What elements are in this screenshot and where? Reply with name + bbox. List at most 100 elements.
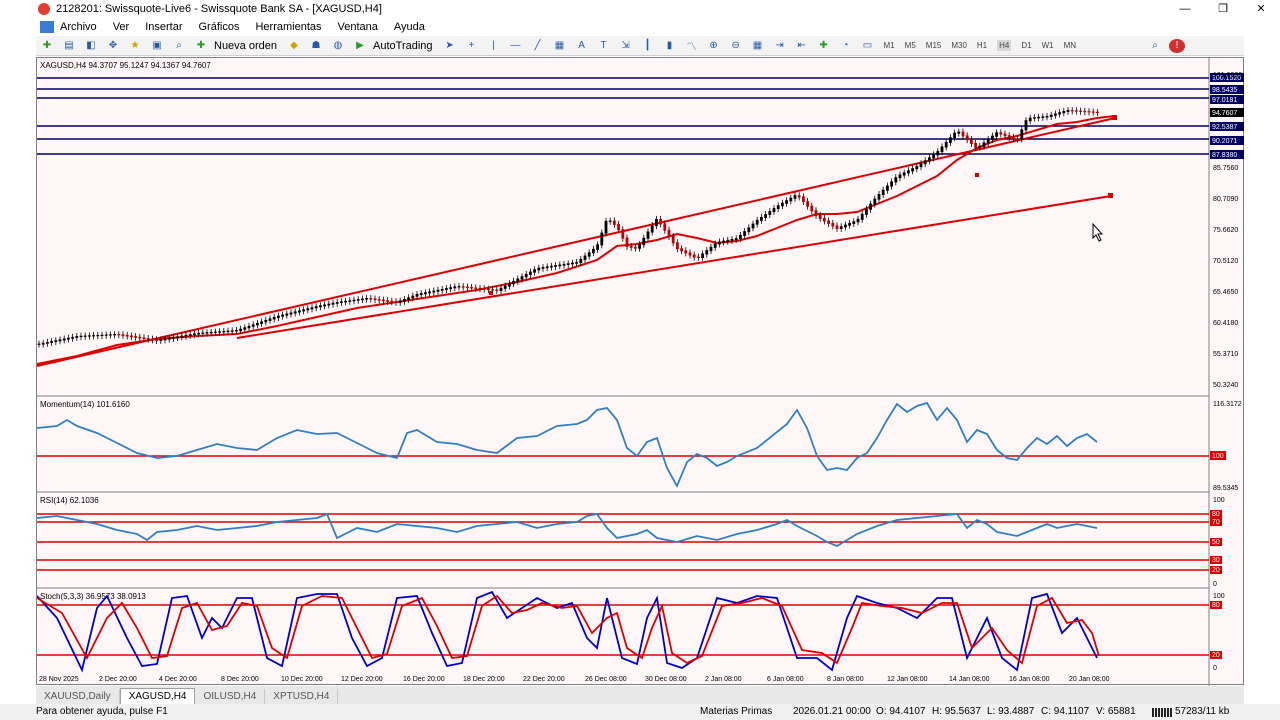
candle-body — [999, 132, 1003, 135]
connection-bars-icon — [1152, 708, 1172, 717]
text-icon[interactable]: A — [574, 39, 590, 53]
periods-icon[interactable]: ◔ — [838, 39, 854, 53]
current-price-label: 94.7607 — [1212, 110, 1237, 117]
candle-body — [566, 263, 570, 265]
notification-icon[interactable]: ! — [1169, 38, 1186, 53]
candle-body — [209, 331, 213, 334]
indicators-icon[interactable]: ✚ — [816, 39, 832, 53]
maximize-button[interactable]: ❐ — [1204, 0, 1242, 18]
rsi-tick: 70 — [1212, 519, 1220, 526]
candle-body — [167, 337, 171, 340]
timeframe-m30[interactable]: M30 — [951, 41, 967, 50]
search-icon[interactable]: ⌕ — [1147, 39, 1163, 53]
candle-body — [436, 289, 440, 292]
candle-body — [638, 244, 641, 249]
channel-icon[interactable]: ▦ — [552, 39, 568, 53]
zoom-out-icon[interactable]: ⊖ — [728, 39, 744, 53]
candle-body — [495, 289, 499, 291]
tab-xauusd-daily[interactable]: XAUUSD,Daily — [36, 689, 120, 704]
menu-ventana[interactable]: Ventana — [338, 21, 378, 33]
trendline-icon[interactable]: ╱ — [530, 39, 546, 53]
new-order-icon[interactable]: ✚ — [193, 39, 209, 53]
close-button[interactable]: ✕ — [1242, 0, 1280, 18]
metaeditor-icon[interactable]: ◆ — [286, 39, 302, 53]
momentum-scale: 116.3172 89.5345 — [1213, 401, 1242, 492]
navigator-icon[interactable]: ✥ — [105, 39, 121, 53]
candle-body — [344, 300, 347, 303]
candle-body — [1037, 116, 1040, 119]
candle-body — [327, 303, 331, 306]
timeframe-mn[interactable]: MN — [1064, 41, 1076, 50]
chart-shift-icon[interactable]: ⇤ — [794, 39, 810, 53]
price-tick: 70.5120 — [1213, 258, 1238, 265]
stoch-tick: 20 — [1212, 652, 1220, 659]
date-tick: 4 Dec 20:00 — [159, 676, 197, 683]
tab-oilusd-h4[interactable]: OILUSD,H4 — [195, 689, 266, 704]
candle-body — [499, 287, 503, 291]
autoscroll-icon[interactable]: ⇥ — [772, 39, 788, 53]
crosshair-icon[interactable]: + — [464, 39, 480, 53]
menu-insertar[interactable]: Insertar — [145, 21, 182, 33]
timeframe-h4[interactable]: H4 — [997, 40, 1012, 51]
candle-body — [986, 139, 990, 144]
candle-body — [995, 132, 998, 137]
date-axis: 28 Nov 2025 2 Dec 20:00 4 Dec 20:00 8 Dec 2… — [39, 676, 1110, 683]
tab-xptusd-h4[interactable]: XPTUSD,H4 — [265, 689, 339, 704]
new-chart-icon[interactable]: ✚ — [39, 39, 55, 53]
timeframe-m15[interactable]: M15 — [926, 41, 942, 50]
candle-body — [222, 330, 226, 333]
signals-icon[interactable]: ◍ — [330, 39, 346, 53]
candle-body — [747, 227, 751, 233]
candle-body — [268, 318, 272, 321]
arrows-icon[interactable]: ⇲ — [618, 39, 634, 53]
zoom-in-icon[interactable]: ⊕ — [706, 39, 722, 53]
bar-chart-icon[interactable]: ┃ — [640, 39, 656, 53]
vertical-line-icon[interactable]: | — [486, 39, 502, 53]
new-order-button[interactable]: Nueva orden — [214, 40, 277, 52]
price-chart[interactable]: XAGUSD,H4 94.3707 95.1247 94.1367 94.760… — [37, 58, 1245, 686]
autotrading-icon[interactable]: ▶ — [352, 39, 368, 53]
minimize-button[interactable]: — — [1166, 0, 1204, 18]
chart-window[interactable]: XAGUSD,H4 94.3707 95.1247 94.1367 94.760… — [36, 57, 1245, 686]
rsi-level-lines[interactable] — [37, 513, 1209, 571]
timeframe-d1[interactable]: D1 — [1021, 41, 1031, 50]
tester-icon[interactable]: ⌕ — [171, 39, 187, 53]
terminal-icon[interactable]: ▣ — [149, 39, 165, 53]
timeframe-m5[interactable]: M5 — [905, 41, 916, 50]
line-chart-icon[interactable]: 〽 — [684, 39, 700, 53]
menu-archivo[interactable]: Archivo — [60, 21, 97, 33]
horizontal-lines[interactable] — [37, 77, 1209, 155]
timeframe-m1[interactable]: M1 — [884, 41, 895, 50]
candle-body — [382, 299, 385, 302]
autotrading-button[interactable]: AutoTrading — [373, 40, 433, 52]
candlestick-icon[interactable]: ▮ — [662, 39, 678, 53]
market-watch-icon[interactable]: ◧ — [83, 39, 99, 53]
menu-herramientas[interactable]: Herramientas — [255, 21, 321, 33]
timeframe-w1[interactable]: W1 — [1042, 41, 1054, 50]
tab-xagusd-h4[interactable]: XAGUSD,H4 — [119, 688, 196, 704]
candle-body — [1054, 113, 1057, 116]
candle-body — [709, 246, 713, 252]
horizontal-line-icon[interactable]: — — [508, 39, 524, 53]
templates-icon[interactable]: ▭ — [860, 39, 876, 53]
favorites-icon[interactable]: ★ — [127, 39, 143, 53]
menu-ayuda[interactable]: Ayuda — [394, 21, 425, 33]
moving-average — [37, 115, 1116, 365]
candle-body — [134, 336, 137, 338]
community-icon[interactable]: ☗ — [308, 39, 324, 53]
text-label-icon[interactable]: T — [596, 39, 612, 53]
candle-body — [281, 314, 284, 317]
trendlines[interactable] — [37, 115, 1117, 367]
timeframe-h1[interactable]: H1 — [977, 41, 987, 50]
tile-windows-icon[interactable]: ▦ — [750, 39, 766, 53]
momentum-line — [37, 401, 1098, 489]
momentum-level-label: 100 — [1212, 453, 1224, 460]
menu-ver[interactable]: Ver — [113, 21, 130, 33]
cursor-icon[interactable]: ➤ — [442, 39, 458, 53]
menu-graficos[interactable]: Gráficos — [199, 21, 240, 33]
profiles-icon[interactable]: ▤ — [61, 39, 77, 53]
candle-body — [520, 276, 524, 280]
candle-body — [1007, 135, 1011, 138]
candle-body — [1028, 117, 1032, 122]
candle-body — [957, 131, 961, 134]
